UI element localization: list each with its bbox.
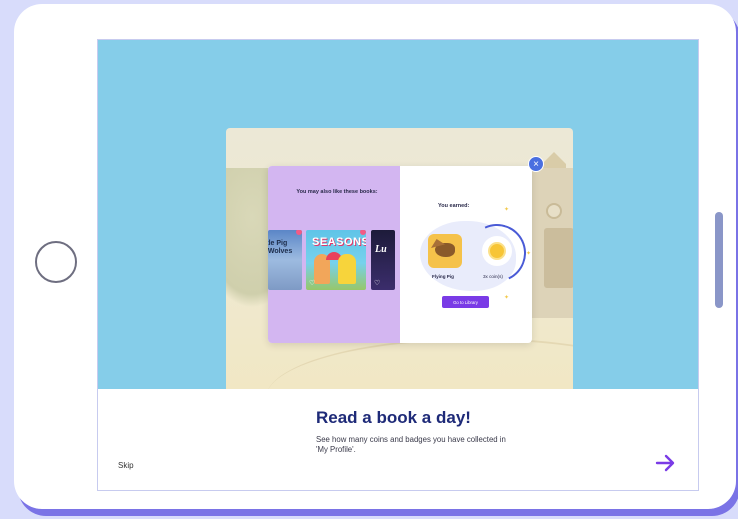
badge-label: Flying Pig [432,274,454,279]
favorite-dot [360,230,366,235]
house-window [546,203,562,219]
coin-icon [488,242,506,260]
volume-slider[interactable] [715,212,723,308]
coin-label: 3x coin(s) [483,274,503,279]
path-illustration [266,338,573,389]
heart-icon[interactable]: ♡ [309,279,315,287]
flying-pig-badge [428,234,462,268]
go-to-library-button[interactable]: Go to Library [442,296,489,308]
book-card[interactable]: SEASONS ♡ [306,230,366,290]
kid-illustration [338,254,356,284]
sparkle-icon: ✦ [526,251,532,257]
book-card[interactable]: Lu ♡ [371,230,395,290]
heart-icon[interactable]: ♡ [374,279,380,287]
skip-button[interactable]: Skip [118,461,134,470]
home-button[interactable] [35,241,77,283]
sparkle-icon: ✦ [504,295,510,301]
favorite-dot [296,230,302,235]
onboarding-description: See how many coins and badges you have c… [316,435,506,454]
onboarding-heading: Read a book a day! [316,408,471,427]
book-complete-modal: You may also like these books: ittle Pig… [268,166,532,343]
house-door [544,228,573,288]
close-icon[interactable]: × [528,156,544,172]
book-title: Lu [375,244,387,255]
book-title: ittle Pig e Wolves [268,240,293,255]
recommendations-title: You may also like these books: [296,189,378,195]
app-screen: You may also like these books: ittle Pig… [97,39,699,491]
hero-illustration: You may also like these books: ittle Pig… [98,40,698,389]
book-card[interactable]: ittle Pig e Wolves [268,230,302,290]
book-title: SEASONS [312,236,366,248]
recommendations-panel: You may also like these books: ittle Pig… [268,166,400,343]
sparkle-icon: ✦ [504,207,510,213]
coin-display [482,236,512,266]
rewards-title: You earned: [438,203,470,209]
arrow-right-icon[interactable] [654,452,676,474]
